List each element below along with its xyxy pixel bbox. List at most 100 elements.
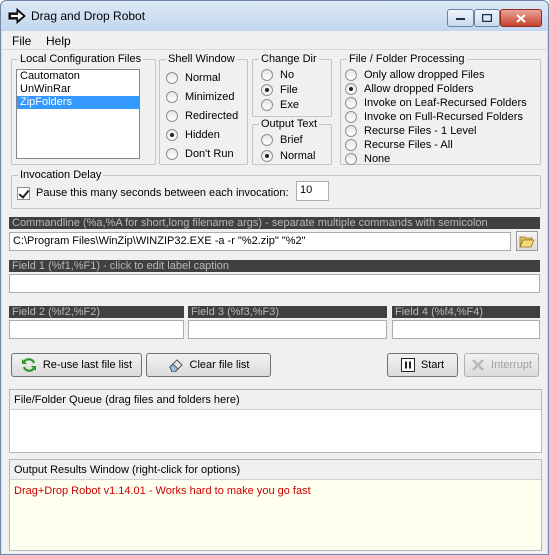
change-dir-group: Change Dir No File Exe (252, 53, 332, 117)
interrupt-button[interactable]: Interrupt (464, 353, 539, 377)
list-item[interactable]: Cautomaton (17, 70, 139, 83)
minimize-button[interactable] (447, 9, 474, 27)
field2-input[interactable] (9, 320, 184, 339)
invocation-delay-group: Invocation Delay Pause this many seconds… (11, 169, 541, 209)
allow-folders-option[interactable]: Allow dropped Folders (345, 82, 473, 96)
config-files-group: Local Configuration Files Cautomaton UnW… (11, 53, 156, 165)
output-brief-option[interactable]: Brief (261, 133, 303, 147)
field4-header[interactable]: Field 4 (%f4,%F4) (392, 306, 540, 318)
option-label: Invoke on Leaf-Recursed Folders (364, 97, 527, 109)
radio-button[interactable] (166, 148, 178, 160)
commandline-input[interactable]: C:\Program Files\WinZip\WINZIP32.EXE -a … (9, 232, 511, 251)
radio-button[interactable] (345, 125, 357, 137)
field4-input[interactable] (392, 320, 540, 339)
change-dir-label: Change Dir (259, 53, 319, 65)
pause-checkbox[interactable] (17, 186, 30, 200)
output-text-label: Output Text (259, 118, 320, 130)
output-text-group: Output Text Brief Normal (252, 118, 332, 165)
radio-button[interactable] (345, 69, 357, 81)
robot-arrow-icon (8, 7, 26, 25)
x-cancel-icon (471, 358, 485, 372)
option-label: Normal (280, 150, 316, 162)
delay-seconds-input[interactable]: 10 (296, 181, 329, 201)
field1-input[interactable] (9, 274, 540, 293)
menu-file[interactable]: File (12, 34, 31, 48)
shell-window-group: Shell Window Normal Minimized Redirected… (159, 53, 248, 165)
radio-button[interactable] (345, 139, 357, 151)
option-label: Exe (280, 99, 299, 111)
shell-minimized-option[interactable]: Minimized (166, 90, 235, 104)
pause-checkbox-row[interactable]: Pause this many seconds between each inv… (17, 186, 289, 200)
shell-dont-run-option[interactable]: Don't Run (166, 147, 234, 161)
radio-button-selected[interactable] (261, 150, 273, 162)
option-label: None (364, 153, 391, 165)
output-message: Drag+Drop Robot v1.14.01 - Works hard to… (10, 480, 541, 550)
radio-button[interactable] (166, 110, 178, 122)
only-files-option[interactable]: Only allow dropped Files (345, 68, 484, 82)
option-label: Only allow dropped Files (364, 69, 485, 81)
field2-header[interactable]: Field 2 (%f2,%F2) (9, 306, 184, 318)
start-button[interactable]: Start (387, 353, 458, 377)
config-files-label: Local Configuration Files (18, 53, 144, 65)
output-results-header: Output Results Window (right-click for o… (10, 460, 541, 480)
close-icon (516, 13, 526, 23)
radio-button[interactable] (345, 111, 357, 123)
file-queue-panel[interactable]: File/Folder Queue (drag files and folder… (9, 389, 542, 453)
full-recursed-option[interactable]: Invoke on Full-Recursed Folders (345, 110, 523, 124)
radio-button-selected[interactable] (345, 83, 357, 95)
shell-normal-option[interactable]: Normal (166, 71, 220, 85)
field1-header[interactable]: Field 1 (%f1,%F1) - click to edit label … (9, 260, 540, 272)
output-normal-option[interactable]: Normal (261, 149, 315, 163)
eraser-icon (168, 358, 184, 372)
option-label: Don't Run (185, 148, 234, 160)
config-files-listbox[interactable]: Cautomaton UnWinRar ZipFolders (16, 69, 140, 159)
change-dir-exe-option[interactable]: Exe (261, 98, 299, 112)
option-label: Invoke on Full-Recursed Folders (364, 111, 523, 123)
option-label: Recurse Files - 1 Level (364, 125, 477, 137)
field3-header[interactable]: Field 3 (%f3,%F3) (188, 306, 387, 318)
radio-button[interactable] (261, 134, 273, 146)
radio-button-selected[interactable] (261, 84, 273, 96)
option-label: Hidden (185, 129, 220, 141)
title-bar[interactable]: Drag and Drop Robot (1, 1, 548, 31)
field3-input[interactable] (188, 320, 387, 339)
start-button-label: Start (420, 359, 445, 371)
shell-redirected-option[interactable]: Redirected (166, 109, 238, 123)
option-label: Recurse Files - All (364, 139, 453, 151)
radio-button[interactable] (345, 153, 357, 165)
list-item[interactable]: UnWinRar (17, 83, 139, 96)
radio-button[interactable] (166, 72, 178, 84)
menu-bar: File Help (2, 31, 547, 50)
none-option[interactable]: None (345, 152, 390, 166)
pause-checkbox-label: Pause this many seconds between each inv… (36, 187, 289, 199)
minimize-icon (456, 17, 465, 20)
reuse-button-label: Re-use last file list (42, 359, 133, 371)
menu-help[interactable]: Help (46, 34, 71, 48)
processing-group: File / Folder Processing Only allow drop… (340, 53, 541, 166)
radio-button[interactable] (261, 99, 273, 111)
window-title: Drag and Drop Robot (31, 9, 146, 23)
pause-box-icon (400, 358, 415, 372)
option-label: Allow dropped Folders (364, 83, 474, 95)
change-dir-file-option[interactable]: File (261, 83, 298, 97)
maximize-button[interactable] (474, 9, 500, 27)
clear-file-list-button[interactable]: Clear file list (146, 353, 271, 377)
radio-button-selected[interactable] (166, 129, 178, 141)
reuse-file-list-button[interactable]: Re-use last file list (11, 353, 142, 377)
shell-hidden-option[interactable]: Hidden (166, 128, 220, 142)
option-label: No (280, 69, 295, 81)
leaf-recursed-option[interactable]: Invoke on Leaf-Recursed Folders (345, 96, 527, 110)
list-item-selected[interactable]: ZipFolders (17, 96, 139, 109)
option-label: File (280, 84, 298, 96)
main-client-area: Local Configuration Files Cautomaton UnW… (2, 50, 547, 554)
output-results-panel[interactable]: Output Results Window (right-click for o… (9, 459, 542, 551)
browse-button[interactable] (516, 231, 538, 251)
radio-button[interactable] (166, 91, 178, 103)
close-button[interactable] (500, 9, 542, 27)
radio-button[interactable] (345, 97, 357, 109)
maximize-icon (482, 14, 492, 22)
recurse-one-level-option[interactable]: Recurse Files - 1 Level (345, 124, 477, 138)
radio-button[interactable] (261, 69, 273, 81)
change-dir-no-option[interactable]: No (261, 68, 294, 82)
recurse-all-option[interactable]: Recurse Files - All (345, 138, 453, 152)
